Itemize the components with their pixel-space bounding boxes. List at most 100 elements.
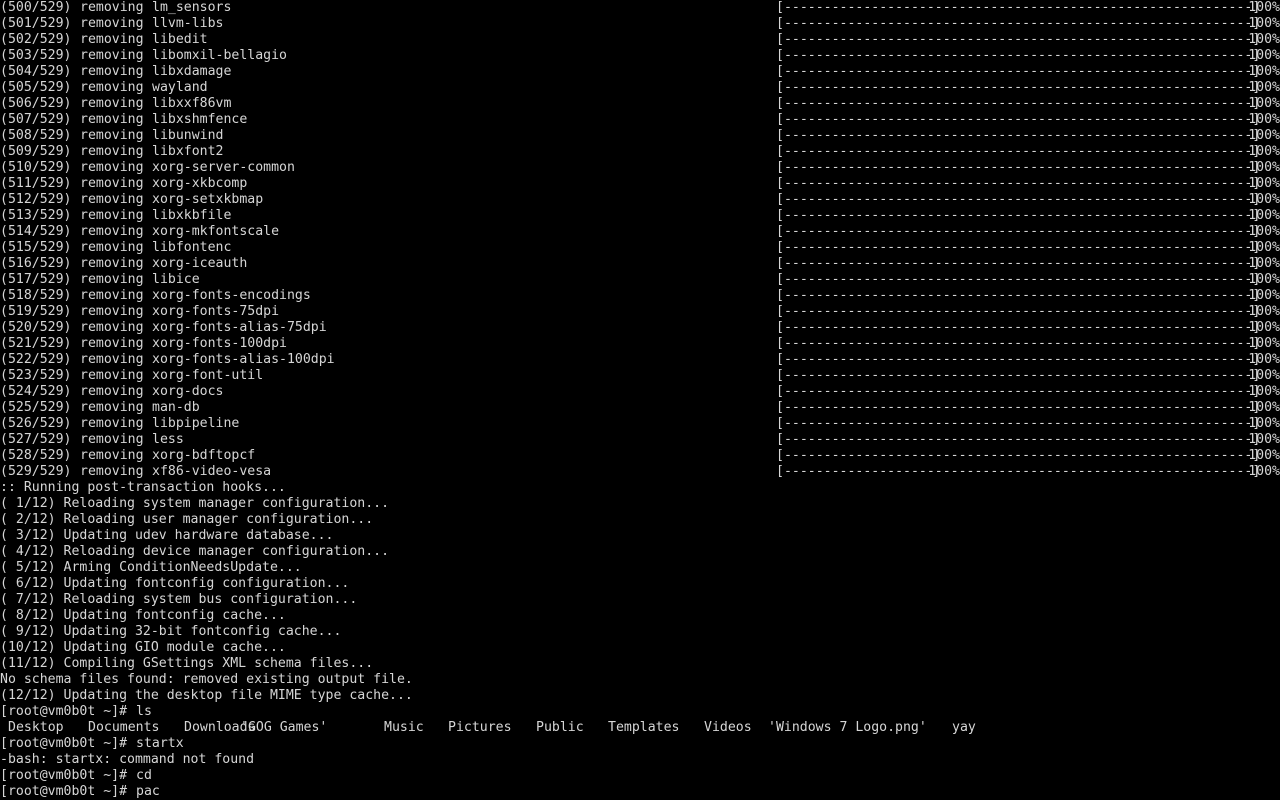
directory-entry: 'Windows 7 Logo.png' xyxy=(768,720,927,735)
progress-percent: 100% xyxy=(1248,336,1280,351)
action-text: removing xyxy=(80,192,144,207)
package-name: lm_sensors xyxy=(152,0,232,15)
shell-prompt: [root@vm0b0t ~]# xyxy=(0,704,128,719)
action-text: removing xyxy=(80,224,144,239)
directory-entry: Desktop xyxy=(8,720,64,735)
removal-line: (514/529) removing xorg-mkfontscale [------… xyxy=(0,224,1280,240)
progress-bar: [---------------------------------------… xyxy=(776,160,1261,175)
progress-counter: (501/529) xyxy=(0,16,72,31)
removal-line: (526/529) removing libpipeline [-----------… xyxy=(0,416,1280,432)
package-name: libpipeline xyxy=(152,416,240,431)
action-text: removing xyxy=(80,352,144,367)
progress-counter: (505/529) xyxy=(0,80,72,95)
progress-counter: (502/529) xyxy=(0,32,72,47)
removal-line: (517/529) removing libice [----------------… xyxy=(0,272,1280,288)
removal-line: (500/529) removing lm_sensors [------------… xyxy=(0,0,1280,16)
action-text: removing xyxy=(80,144,144,159)
current-command-line[interactable]: [root@vm0b0t ~]# pac xyxy=(0,784,1280,800)
progress-percent: 100% xyxy=(1248,352,1280,367)
removal-line: (522/529) removing xorg-fonts-alias-100dpi… xyxy=(0,352,1280,368)
progress-bar: [---------------------------------------… xyxy=(776,320,1261,335)
command-input[interactable]: pac xyxy=(136,784,160,800)
removal-line: (524/529) removing xorg-docs [-------------… xyxy=(0,384,1280,400)
hook-line: ( 7/12) Reloading system bus configurati… xyxy=(0,592,358,607)
progress-percent: 100% xyxy=(1248,304,1280,319)
progress-percent: 100% xyxy=(1248,144,1280,159)
progress-counter: (507/529) xyxy=(0,112,72,127)
package-name: xorg-mkfontscale xyxy=(152,224,280,239)
package-name: xorg-bdftopcf xyxy=(152,448,256,463)
removal-line: (519/529) removing xorg-fonts-75dpi [------… xyxy=(0,304,1280,320)
progress-counter: (512/529) xyxy=(0,192,72,207)
command-text: ls xyxy=(136,704,152,719)
progress-bar: [---------------------------------------… xyxy=(776,80,1261,95)
hook-line: No schema files found: removed existing … xyxy=(0,672,413,687)
progress-counter: (500/529) xyxy=(0,0,72,15)
removal-line: (505/529) removing wayland [---------------… xyxy=(0,80,1280,96)
package-name: xorg-iceauth xyxy=(152,256,248,271)
progress-bar: [---------------------------------------… xyxy=(776,144,1261,159)
progress-counter: (518/529) xyxy=(0,288,72,303)
progress-percent: 100% xyxy=(1248,288,1280,303)
action-text: removing xyxy=(80,256,144,271)
action-text: removing xyxy=(80,64,144,79)
progress-percent: 100% xyxy=(1248,272,1280,287)
package-name: xorg-setxkbmap xyxy=(152,192,264,207)
hook-line: ( 3/12) Updating udev hardware database.… xyxy=(0,528,334,543)
removal-line: (528/529) removing xorg-bdftopcf [---------… xyxy=(0,448,1280,464)
package-name: xorg-font-util xyxy=(152,368,264,383)
shell-prompt: [root@vm0b0t ~]# xyxy=(0,736,128,751)
removal-line: (512/529) removing xorg-setxkbmap [--------… xyxy=(0,192,1280,208)
action-text: removing xyxy=(80,80,144,95)
directory-entry: yay xyxy=(952,720,976,735)
removal-line: (502/529) removing libedit [---------------… xyxy=(0,32,1280,48)
directory-entry: Music xyxy=(384,720,424,735)
progress-bar: [---------------------------------------… xyxy=(776,16,1261,31)
hook-line: ( 1/12) Reloading system manager configu… xyxy=(0,496,390,511)
progress-bar: [---------------------------------------… xyxy=(776,64,1261,79)
removal-line: (521/529) removing xorg-fonts-100dpi [-----… xyxy=(0,336,1280,352)
progress-bar: [---------------------------------------… xyxy=(776,48,1261,63)
removal-line: (515/529) removing libfontenc [------------… xyxy=(0,240,1280,256)
hook-line: (10/12) Updating GIO module cache... xyxy=(0,640,286,655)
action-text: removing xyxy=(80,464,144,479)
action-text: removing xyxy=(80,336,144,351)
progress-counter: (513/529) xyxy=(0,208,72,223)
removal-line: (506/529) removing libxxf86vm [------------… xyxy=(0,96,1280,112)
action-text: removing xyxy=(80,0,144,15)
package-name: libxshmfence xyxy=(152,112,248,127)
removal-line: (504/529) removing libxdamage [------------… xyxy=(0,64,1280,80)
removal-line: (516/529) removing xorg-iceauth [----------… xyxy=(0,256,1280,272)
terminal-console[interactable]: (500/529) removing lm_sensors [------------… xyxy=(0,0,1280,800)
package-name: libunwind xyxy=(152,128,224,143)
progress-bar: [---------------------------------------… xyxy=(776,192,1261,207)
progress-bar: [---------------------------------------… xyxy=(776,96,1261,111)
action-text: removing xyxy=(80,288,144,303)
hooks-header: :: Running post-transaction hooks... xyxy=(0,480,286,495)
progress-percent: 100% xyxy=(1248,400,1280,415)
removal-line: (527/529) removing less [------------------… xyxy=(0,432,1280,448)
progress-bar: [---------------------------------------… xyxy=(776,208,1261,223)
progress-counter: (527/529) xyxy=(0,432,72,447)
removal-line: (509/529) removing libxfont2 [-------------… xyxy=(0,144,1280,160)
progress-bar: [---------------------------------------… xyxy=(776,448,1261,463)
hook-line: ( 4/12) Reloading device manager configu… xyxy=(0,544,390,559)
progress-bar: [---------------------------------------… xyxy=(776,32,1261,47)
progress-bar: [---------------------------------------… xyxy=(776,288,1261,303)
progress-counter: (516/529) xyxy=(0,256,72,271)
progress-counter: (504/529) xyxy=(0,64,72,79)
package-name: xorg-fonts-alias-75dpi xyxy=(152,320,327,335)
progress-bar: [---------------------------------------… xyxy=(776,176,1261,191)
action-text: removing xyxy=(80,448,144,463)
progress-bar: [---------------------------------------… xyxy=(776,272,1261,287)
progress-counter: (521/529) xyxy=(0,336,72,351)
progress-counter: (506/529) xyxy=(0,96,72,111)
action-text: removing xyxy=(80,240,144,255)
hook-line: (12/12) Updating the desktop file MIME t… xyxy=(0,688,413,703)
directory-entry: Videos xyxy=(704,720,752,735)
action-text: removing xyxy=(80,48,144,63)
package-name: xorg-fonts-100dpi xyxy=(152,336,287,351)
progress-counter: (509/529) xyxy=(0,144,72,159)
startx-command-line: [root@vm0b0t ~]# startx xyxy=(0,736,1280,752)
progress-percent: 100% xyxy=(1248,256,1280,271)
